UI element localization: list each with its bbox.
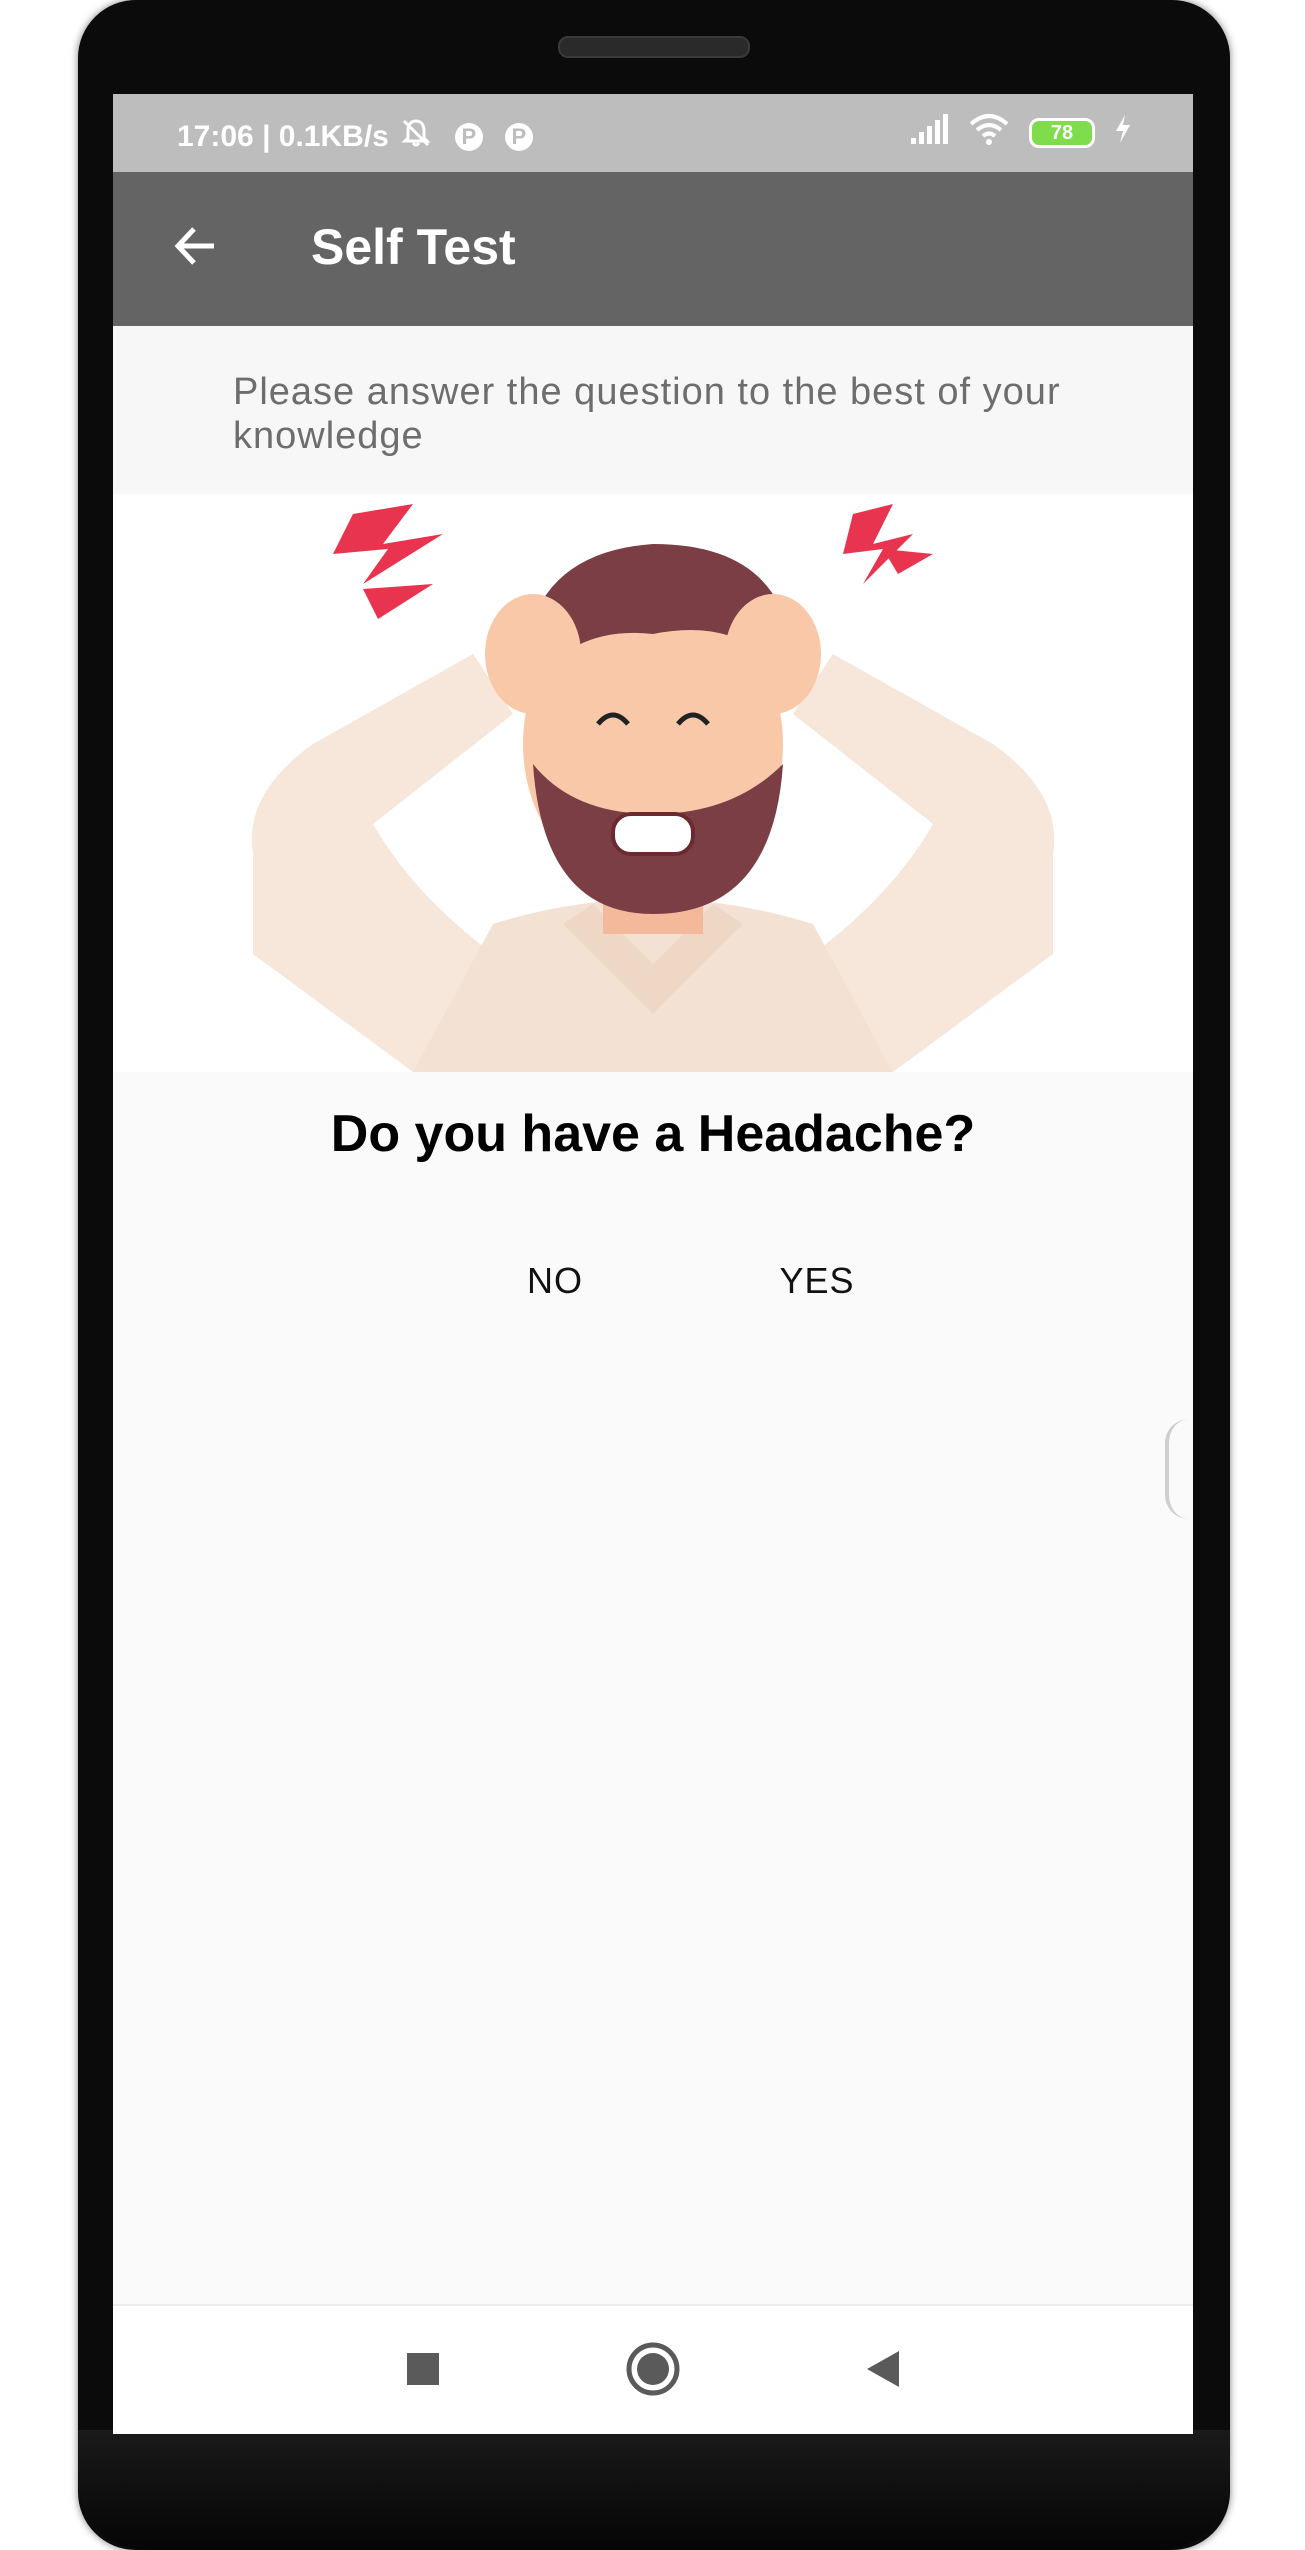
instruction-panel: Please answer the question to the best o… bbox=[113, 326, 1193, 494]
navigation-bar bbox=[113, 2304, 1193, 2434]
mute-icon bbox=[399, 116, 433, 158]
instruction-text: Please answer the question to the best o… bbox=[233, 371, 1061, 457]
home-button[interactable] bbox=[618, 2336, 688, 2406]
status-bar: 17:06 | 0.1KB/s P P 78 bbox=[113, 94, 1193, 172]
signal-icon bbox=[909, 112, 949, 154]
status-left: 17:06 | 0.1KB/s P P bbox=[177, 116, 533, 158]
status-right: 78 bbox=[909, 112, 1133, 154]
p-notification-icon: P bbox=[454, 123, 483, 151]
yes-button[interactable]: YES bbox=[737, 1246, 897, 1316]
charging-icon bbox=[1113, 113, 1133, 153]
phone-speaker bbox=[558, 36, 750, 58]
status-time-speed: 17:06 | 0.1KB/s bbox=[177, 120, 389, 153]
wifi-icon bbox=[967, 112, 1011, 154]
battery-icon: 78 bbox=[1029, 118, 1095, 148]
back-button[interactable] bbox=[155, 208, 235, 288]
recents-button[interactable] bbox=[388, 2336, 458, 2406]
system-back-button[interactable] bbox=[848, 2336, 918, 2406]
phone-chin bbox=[78, 2430, 1230, 2550]
edge-swipe-handle[interactable] bbox=[1165, 1419, 1189, 1519]
triangle-back-icon bbox=[865, 2349, 901, 2394]
arrow-left-icon bbox=[170, 221, 220, 276]
square-icon bbox=[406, 2352, 440, 2391]
circle-icon bbox=[626, 2342, 680, 2401]
page-title: Self Test bbox=[311, 219, 516, 275]
app-bar: Self Test bbox=[113, 172, 1193, 326]
headache-illustration bbox=[113, 494, 1193, 1072]
question-text: Do you have a Headache? bbox=[330, 1105, 976, 1163]
p-notification-icon: P bbox=[504, 123, 533, 151]
screen: 17:06 | 0.1KB/s P P 78 Self Test Please … bbox=[113, 94, 1193, 2434]
no-button[interactable]: NO bbox=[475, 1246, 635, 1316]
